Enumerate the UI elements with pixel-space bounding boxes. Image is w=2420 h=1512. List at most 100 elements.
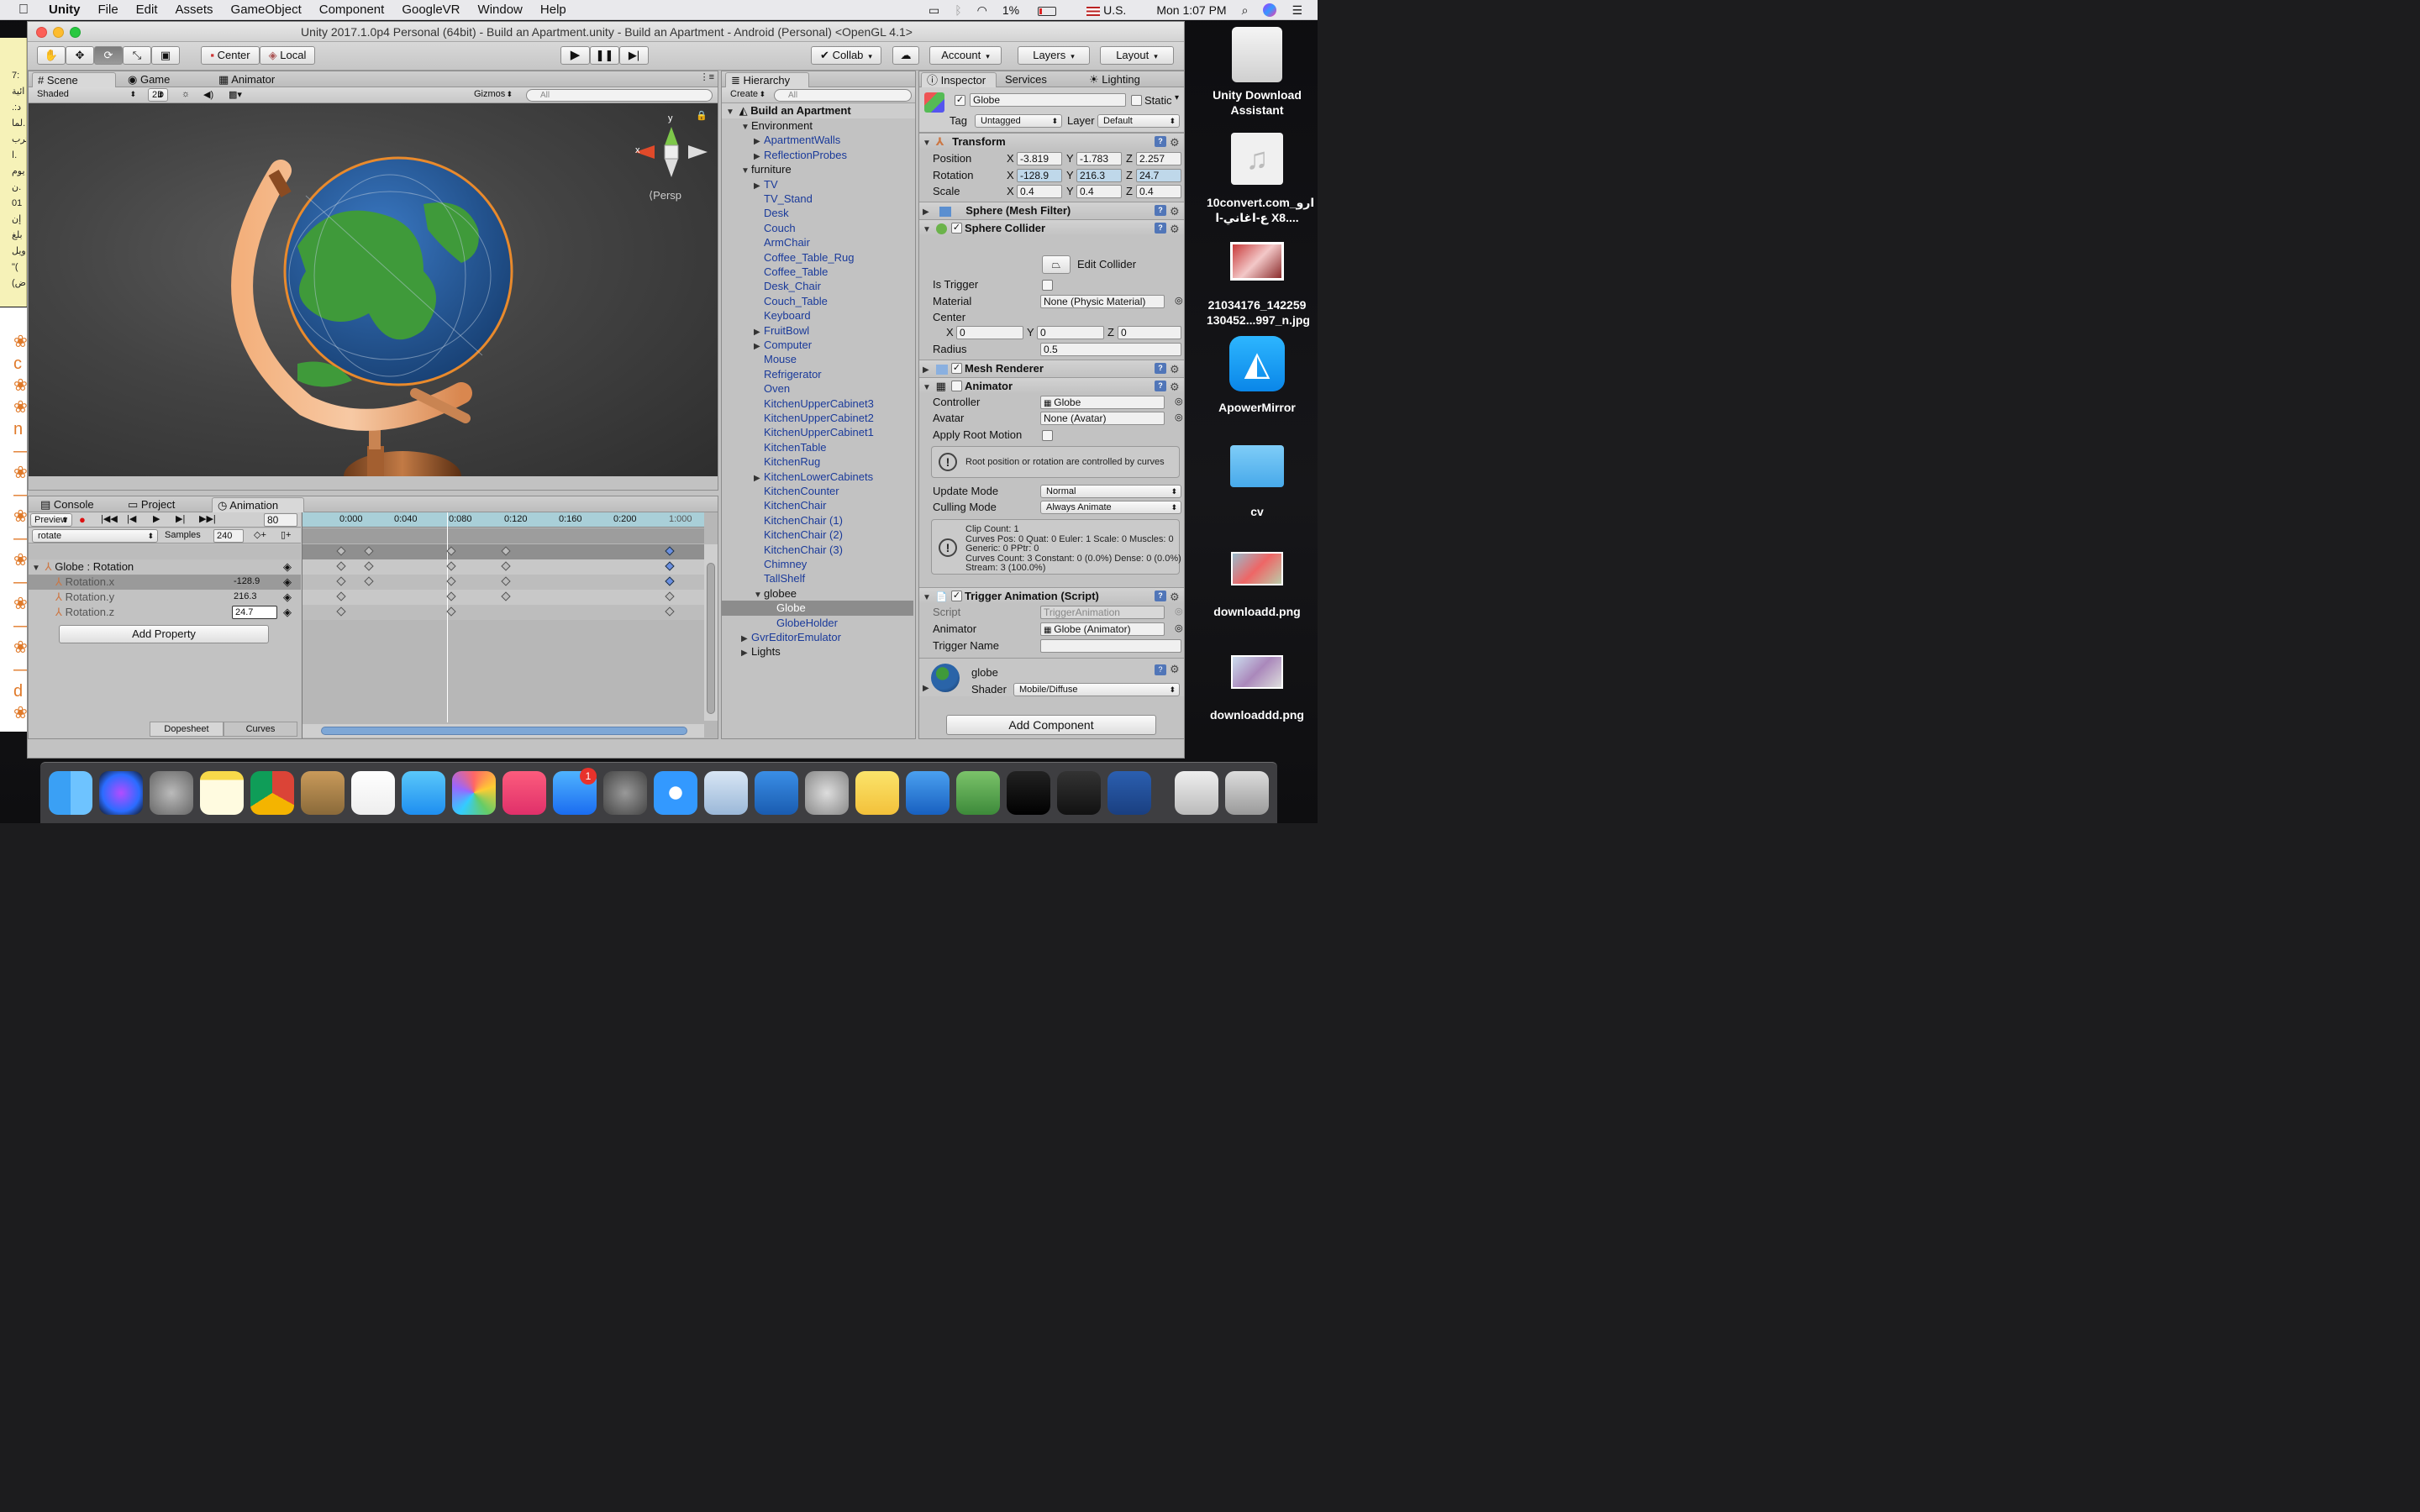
trigger-gear-icon[interactable]: ⚙ — [1170, 589, 1180, 605]
hierarchy-item[interactable]: ▶ FruitBowl — [722, 323, 809, 338]
is-trigger-checkbox[interactable] — [1042, 280, 1053, 291]
transform-expand-icon[interactable]: ▼ — [923, 135, 933, 151]
scene-root-row[interactable]: ▼ ◭ Build an Apartment — [722, 103, 915, 118]
itunes-icon[interactable] — [502, 771, 546, 815]
trash-icon[interactable] — [1225, 771, 1269, 815]
bluetooth-icon[interactable]: ᛒ — [955, 3, 961, 17]
transform-help-icon[interactable]: ? — [1155, 136, 1166, 147]
menu-component[interactable]: Component — [319, 3, 385, 17]
collider-expand-icon[interactable]: ▼ — [923, 222, 933, 238]
hierarchy-item[interactable]: ▶ GvrEditorEmulator — [722, 630, 841, 644]
hierarchy-item[interactable]: ▼ furniture — [722, 162, 792, 176]
controller-field[interactable]: ▦ Globe — [1040, 396, 1165, 409]
rotation-z-value-field[interactable]: 24.7 — [232, 606, 277, 619]
scene-viewport[interactable]: y x 🔒 ⟨Persp — [29, 103, 718, 476]
play-anim-icon[interactable]: ▶ — [153, 513, 160, 524]
group-key-icon[interactable]: ◈ — [283, 559, 292, 574]
keynote-icon[interactable] — [906, 771, 950, 815]
active-checkbox[interactable] — [955, 95, 965, 106]
rotate-tool-button[interactable]: ⟳ — [94, 46, 123, 65]
unity-icon[interactable] — [1057, 771, 1101, 815]
hierarchy-item[interactable]: ▶ ApartmentWalls — [722, 133, 840, 147]
settings-gear-icon[interactable] — [805, 771, 849, 815]
rotation-x-value[interactable]: -128.9 — [234, 575, 260, 589]
transform-gear-icon[interactable]: ⚙ — [1170, 134, 1180, 150]
pivot-center-toggle[interactable]: ▪ Center — [201, 46, 260, 65]
hierarchy-item[interactable]: ArmChair — [722, 235, 810, 249]
mesh-renderer-help-icon[interactable]: ? — [1155, 363, 1166, 374]
layers-dropdown[interactable]: Layers — [1018, 46, 1090, 65]
tab-inspector[interactable]: ⓘ Inspector — [921, 72, 997, 87]
close-window-button[interactable] — [36, 27, 47, 38]
add-event-icon[interactable]: ▯+ — [281, 529, 291, 540]
dopesheet-timeline[interactable]: 0:000 0:040 0:080 0:120 0:160 0:200 1:00… — [302, 512, 718, 738]
collider-gear-icon[interactable]: ⚙ — [1170, 221, 1180, 237]
input-source[interactable]: U.S. — [1086, 3, 1141, 17]
launchpad-icon[interactable] — [150, 771, 193, 815]
mesh-renderer-gear-icon[interactable]: ⚙ — [1170, 361, 1180, 377]
hierarchy-item[interactable]: KitchenChair (1) — [722, 513, 843, 528]
menu-window[interactable]: Window — [478, 3, 523, 17]
scale-y-field[interactable]: 0.4 — [1076, 185, 1122, 198]
pause-button[interactable]: ❚❚ — [590, 46, 619, 65]
trigger-animator-field[interactable]: ▦ Globe (Animator) — [1040, 622, 1165, 636]
hierarchy-search-input[interactable]: All — [774, 89, 912, 102]
word-icon[interactable] — [1107, 771, 1151, 815]
avatar-field[interactable]: None (Avatar) — [1040, 412, 1165, 425]
menu-edit[interactable]: Edit — [136, 3, 158, 17]
last-key-icon[interactable]: ▶▶| — [199, 513, 216, 524]
object-name-field[interactable]: Globe — [970, 93, 1126, 107]
hierarchy-item[interactable]: KitchenUpperCabinet1 — [722, 425, 874, 439]
tab-console[interactable]: ▤ Console — [35, 497, 99, 512]
hierarchy-item[interactable]: Coffee_Table — [722, 265, 828, 279]
rot-z-field[interactable]: 24.7 — [1136, 169, 1181, 182]
frame-field[interactable]: 80 — [264, 513, 297, 527]
add-component-button[interactable]: Add Component — [946, 715, 1156, 735]
step-button[interactable]: ▶| — [619, 46, 649, 65]
hierarchy-item[interactable]: Couch_Table — [722, 294, 828, 308]
horizontal-scrollbar[interactable] — [302, 724, 704, 738]
gizmos-dropdown[interactable]: Gizmos — [469, 88, 516, 102]
first-key-icon[interactable]: |◀◀ — [101, 513, 118, 524]
stickies-icon[interactable] — [855, 771, 899, 815]
android-studio-icon[interactable] — [956, 771, 1000, 815]
curves-tab[interactable]: Curves — [224, 722, 297, 737]
reminders-icon[interactable] — [351, 771, 395, 815]
mesh-filter-header[interactable]: ▶ Sphere (Mesh Filter) ? ⚙ — [919, 202, 1184, 219]
trigger-help-icon[interactable]: ? — [1155, 591, 1166, 601]
desktop-icon-unity-download-assistant[interactable]: Unity Download Assistant — [1207, 27, 1307, 118]
add-keyframe-icon[interactable]: ◇+ — [254, 529, 266, 540]
messages-icon[interactable] — [402, 771, 445, 815]
zoom-window-button[interactable] — [70, 27, 81, 38]
hierarchy-item[interactable]: Mouse — [722, 352, 797, 366]
mesh-filter-gear-icon[interactable]: ⚙ — [1170, 203, 1180, 219]
layer-dropdown[interactable]: Default — [1097, 114, 1180, 128]
pos-y-field[interactable]: -1.783 — [1076, 152, 1122, 165]
rotation-y-value[interactable]: 216.3 — [234, 590, 257, 604]
mesh-filter-help-icon[interactable]: ? — [1155, 205, 1166, 216]
siri-icon[interactable] — [99, 771, 143, 815]
static-dropdown-icon[interactable]: ▾ — [1175, 93, 1179, 102]
scale-x-field[interactable]: 0.4 — [1017, 185, 1062, 198]
xcode-simulator-icon[interactable] — [704, 771, 748, 815]
hierarchy-item[interactable]: KitchenRug — [722, 454, 820, 469]
persp-label[interactable]: ⟨Persp — [649, 189, 681, 202]
tab-lighting[interactable]: ☀ Lighting — [1084, 72, 1145, 87]
radius-field[interactable]: 0.5 — [1040, 343, 1181, 356]
rect-tool-button[interactable]: ▣ — [151, 46, 180, 65]
mesh-renderer-header[interactable]: ▶ Mesh Renderer ? ⚙ — [919, 360, 1184, 377]
hierarchy-item[interactable]: Coffee_Table_Rug — [722, 250, 854, 265]
hierarchy-item[interactable]: Keyboard — [722, 308, 811, 323]
animator-header[interactable]: ▼ ▦ Animator ? ⚙ — [919, 377, 1184, 394]
collab-dropdown[interactable]: ✔ Collab — [811, 46, 881, 65]
cloud-button[interactable]: ☁ — [892, 46, 919, 65]
static-checkbox[interactable] — [1131, 95, 1142, 106]
group-expand-icon[interactable]: ▼ — [32, 561, 42, 575]
hierarchy-item[interactable]: Oven — [722, 381, 790, 396]
lock-icon[interactable]: 🔒 — [696, 110, 708, 121]
hierarchy-item[interactable]: ▼ Environment — [722, 118, 813, 133]
center-y-field[interactable]: 0 — [1037, 326, 1104, 339]
scale-z-field[interactable]: 0.4 — [1136, 185, 1181, 198]
desktop-icon-downloadd-png[interactable]: downloadd.png — [1207, 552, 1307, 619]
tab-animation[interactable]: ◷ Animation — [212, 497, 304, 512]
